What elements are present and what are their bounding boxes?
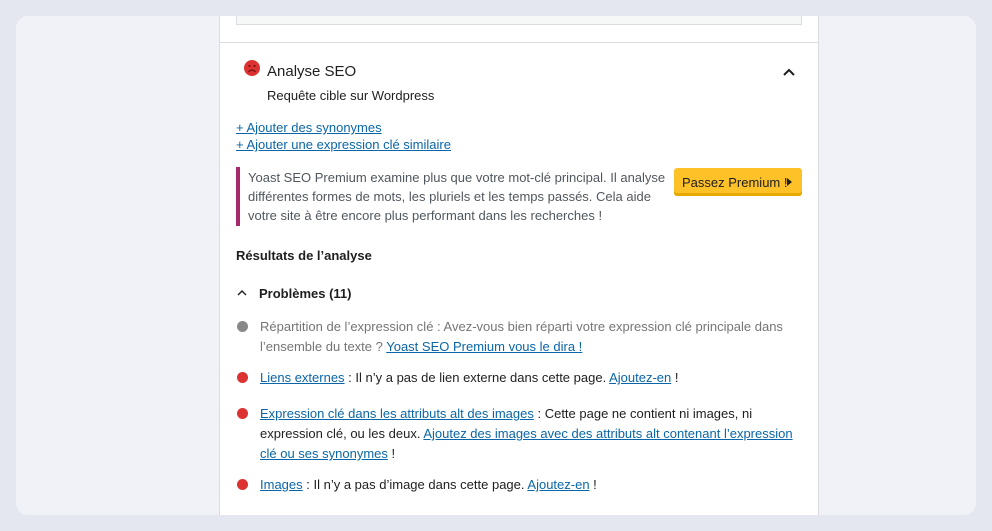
- add-similar-keyphrase-link[interactable]: + Ajouter une expression clé similaire: [236, 137, 451, 152]
- add-external-links-link[interactable]: Ajoutez-en: [609, 370, 671, 385]
- add-images-link[interactable]: Ajoutez-en: [527, 477, 589, 492]
- previous-field[interactable]: [236, 16, 802, 25]
- red-bullet-icon: [237, 479, 248, 490]
- premium-upsell: Yoast SEO Premium examine plus que votre…: [236, 167, 802, 227]
- seo-analysis-header[interactable]: Analyse SEO Requête cible sur Wordpress: [220, 43, 818, 103]
- result-text: Images : Il n’y a pas d’image dans cette…: [260, 477, 597, 492]
- seo-analysis-title: Analyse SEO: [267, 63, 357, 80]
- analysis-results-heading: Résultats de l’analyse: [236, 248, 372, 263]
- problems-label: Problèmes (11): [259, 286, 352, 301]
- chevron-up-icon[interactable]: [781, 64, 797, 80]
- go-premium-button[interactable]: Passez Premium !: [674, 168, 802, 196]
- result-text: Expression clé dans les attributs alt de…: [260, 406, 793, 461]
- result-text: Répartition de l’expression clé : Avez-v…: [260, 319, 783, 354]
- screenshot-frame: Analyse SEO Requête cible sur Wordpress …: [16, 16, 976, 515]
- red-bullet-icon: [237, 372, 248, 383]
- red-bullet-icon: [237, 408, 248, 419]
- seo-sidebar-panel: Analyse SEO Requête cible sur Wordpress …: [219, 16, 819, 515]
- premium-tell-you-link[interactable]: Yoast SEO Premium vous le dira !: [386, 339, 582, 354]
- premium-upsell-text: Yoast SEO Premium examine plus que votre…: [248, 170, 666, 223]
- caret-right-icon: [787, 178, 792, 186]
- result-text: Liens externes : Il n’y a pas de lien ex…: [260, 370, 679, 385]
- images-link[interactable]: Images: [260, 477, 303, 492]
- chevron-up-icon: [237, 290, 247, 296]
- keyphrase-alt-link[interactable]: Expression clé dans les attributs alt de…: [260, 406, 534, 421]
- grey-bullet-icon: [237, 321, 248, 332]
- premium-accent-bar: [236, 167, 240, 226]
- external-links-link[interactable]: Liens externes: [260, 370, 345, 385]
- add-synonyms-link[interactable]: + Ajouter des synonymes: [236, 120, 382, 135]
- go-premium-button-label: Passez Premium !: [682, 175, 788, 190]
- seo-keyphrase-subtitle: Requête cible sur Wordpress: [267, 88, 435, 103]
- sad-face-icon: [244, 60, 260, 76]
